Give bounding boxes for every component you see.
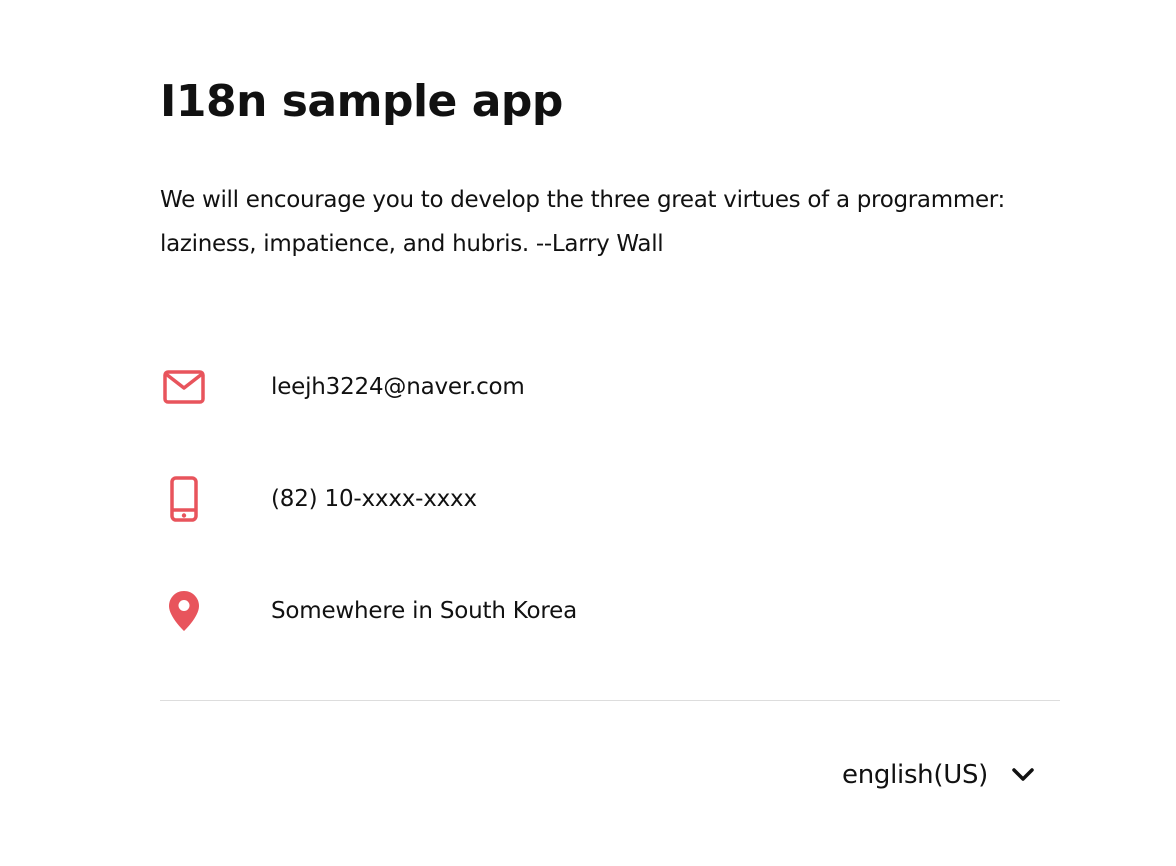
contact-location: Somewhere in South Korea (271, 598, 578, 624)
contact-email[interactable]: leejh3224@naver.com (271, 362, 525, 412)
phone-icon (160, 474, 208, 524)
language-selector[interactable]: english(US) (842, 752, 1036, 798)
contact-email-row: leejh3224@naver.com (160, 362, 1060, 412)
footer-divider (160, 700, 1060, 701)
contact-location-row: Somewhere in South Korea (160, 586, 1060, 636)
contact-phone[interactable]: (82) 10-xxxx-xxxx (271, 474, 477, 524)
chevron-down-icon[interactable] (1010, 762, 1036, 788)
location-pin-icon (160, 586, 208, 636)
contact-phone-row: (82) 10-xxxx-xxxx (160, 474, 1060, 524)
page-title: I18n sample app (160, 76, 563, 127)
mail-icon (160, 362, 208, 412)
quote-text: We will encourage you to develop the thr… (160, 187, 1005, 257)
language-selected-label[interactable]: english(US) (842, 752, 988, 798)
